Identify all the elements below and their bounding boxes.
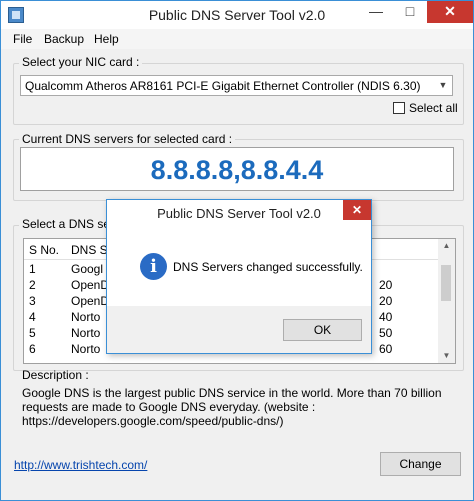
column-dns-server[interactable]: DNS S <box>71 243 108 257</box>
current-dns-display: 8.8.8.8,8.8.4.4 <box>20 147 454 191</box>
main-window: Public DNS Server Tool v2.0 — □ ✕ File B… <box>0 0 474 501</box>
select-all-label: Select all <box>409 101 458 115</box>
description-text: Google DNS is the largest public DNS ser… <box>22 386 442 428</box>
select-all-checkbox[interactable] <box>393 102 405 114</box>
dialog-message: DNS Servers changed successfully. <box>173 260 363 274</box>
ok-button[interactable]: OK <box>283 319 362 341</box>
menu-backup[interactable]: Backup <box>44 32 84 46</box>
change-button[interactable]: Change <box>380 452 461 476</box>
scroll-up-icon[interactable]: ▲ <box>438 239 455 253</box>
info-icon: i <box>140 253 167 280</box>
website-link[interactable]: http://www.trishtech.com/ <box>14 458 147 472</box>
dialog-body: i DNS Servers changed successfully. <box>107 226 371 306</box>
scroll-down-icon[interactable]: ▼ <box>438 349 455 363</box>
nic-group-label: Select your NIC card : <box>19 55 143 69</box>
menu-help[interactable]: Help <box>94 32 119 46</box>
dialog-title: Public DNS Server Tool v2.0 <box>157 206 321 221</box>
title-bar: Public DNS Server Tool v2.0 — □ ✕ <box>1 1 473 29</box>
nic-select[interactable]: Qualcomm Atheros AR8161 PCI-E Gigabit Et… <box>20 75 453 96</box>
scrollbar-thumb[interactable] <box>441 265 451 301</box>
column-sno[interactable]: S No. <box>29 243 59 257</box>
menu-bar: File Backup Help <box>1 29 473 49</box>
description-label: Description : <box>22 368 89 382</box>
close-button[interactable]: ✕ <box>427 1 473 23</box>
dns-list-label: Select a DNS se <box>19 217 114 231</box>
current-dns-label: Current DNS servers for selected card : <box>19 132 236 146</box>
chevron-down-icon: ▼ <box>438 80 448 90</box>
minimize-button[interactable]: — <box>359 1 393 23</box>
list-scrollbar[interactable]: ▲ ▼ <box>438 239 455 363</box>
nic-select-value: Qualcomm Atheros AR8161 PCI-E Gigabit Et… <box>25 79 421 93</box>
message-dialog: Public DNS Server Tool v2.0 ✕ i DNS Serv… <box>106 199 372 354</box>
maximize-button[interactable]: □ <box>393 1 427 23</box>
dialog-close-button[interactable]: ✕ <box>343 200 371 220</box>
dialog-title-bar: Public DNS Server Tool v2.0 ✕ <box>107 200 371 226</box>
menu-file[interactable]: File <box>13 32 32 46</box>
current-dns-value: 8.8.8.8,8.8.4.4 <box>150 155 324 185</box>
